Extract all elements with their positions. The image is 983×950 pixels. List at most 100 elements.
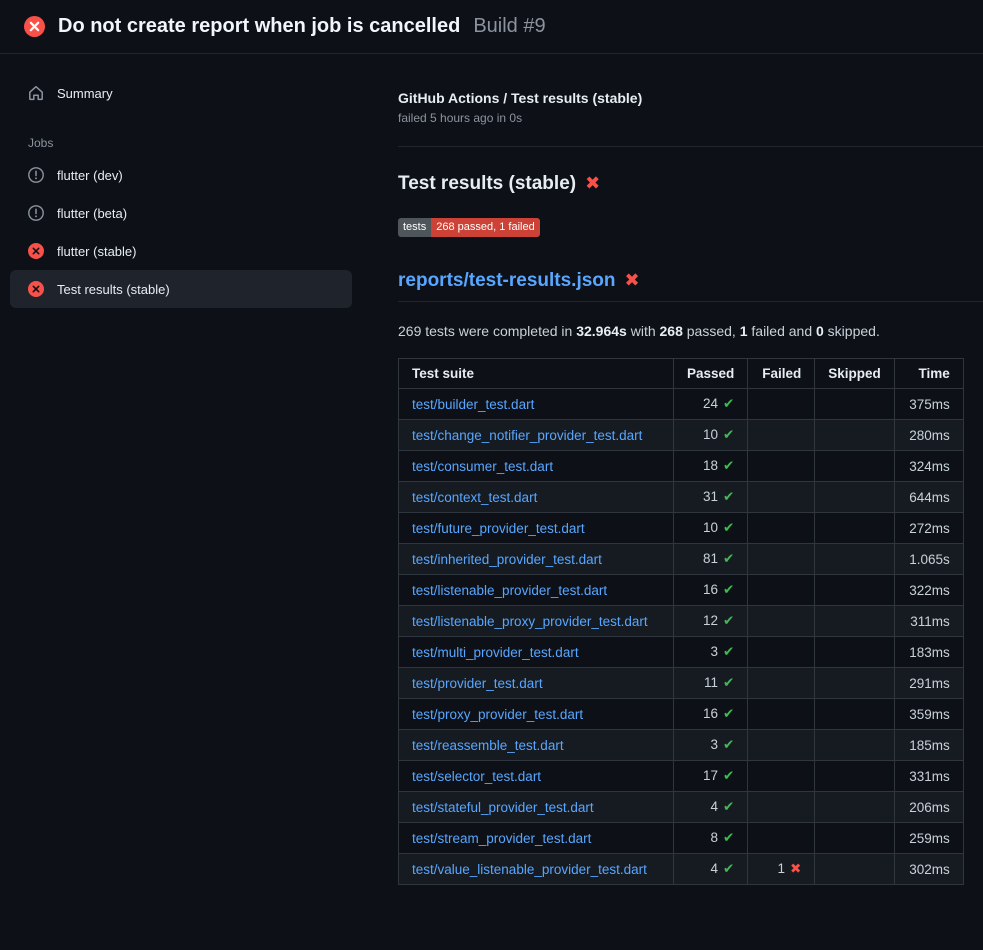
cell-skipped xyxy=(815,823,895,854)
test-suite-link[interactable]: test/reassemble_test.dart xyxy=(412,738,564,753)
count-value: 17 xyxy=(703,768,718,783)
cell-test-suite: test/multi_provider_test.dart xyxy=(399,637,674,668)
cell-passed: 10✔ xyxy=(674,420,748,451)
cell-failed: 1✖ xyxy=(748,854,815,885)
table-row: test/future_provider_test.dart10✔272ms xyxy=(399,513,964,544)
cell-failed xyxy=(748,823,815,854)
cell-skipped xyxy=(815,513,895,544)
cell-failed xyxy=(748,606,815,637)
cell-passed: 8✔ xyxy=(674,823,748,854)
sidebar-job-item[interactable]: Test results (stable) xyxy=(10,270,352,308)
table-row: test/selector_test.dart17✔331ms xyxy=(399,761,964,792)
summary-mid2: passed, xyxy=(683,323,740,339)
alert-circle-icon xyxy=(28,167,44,183)
summary-line: 269 tests were completed in 32.964s with… xyxy=(398,323,983,339)
test-suite-link[interactable]: test/selector_test.dart xyxy=(412,769,541,784)
cell-passed: 3✔ xyxy=(674,637,748,668)
test-suite-link[interactable]: test/multi_provider_test.dart xyxy=(412,645,579,660)
test-suite-link[interactable]: test/value_listenable_provider_test.dart xyxy=(412,862,647,877)
cell-failed xyxy=(748,482,815,513)
count-value: 81 xyxy=(703,551,718,566)
sidebar-job-item[interactable]: flutter (dev) xyxy=(10,156,352,194)
x-icon: ✖ xyxy=(585,175,600,193)
test-suite-link[interactable]: test/consumer_test.dart xyxy=(412,459,553,474)
table-header-failed: Failed xyxy=(748,359,815,389)
cell-passed: 16✔ xyxy=(674,699,748,730)
summary-passed-count: 268 xyxy=(660,323,683,339)
table-row: test/consumer_test.dart 18 ✔ 324ms xyxy=(399,451,964,482)
cell-skipped xyxy=(815,420,895,451)
test-suite-link[interactable]: test/future_provider_test.dart xyxy=(412,521,585,536)
badge-value: 268 passed, 1 failed xyxy=(431,218,539,237)
table-row: test/stateful_provider_test.dart4✔206ms xyxy=(399,792,964,823)
sidebar-job-label: flutter (stable) xyxy=(57,244,136,259)
test-suite-link[interactable]: test/proxy_provider_test.dart xyxy=(412,707,583,722)
test-suite-link[interactable]: test/listenable_proxy_provider_test.dart xyxy=(412,614,648,629)
cell-skipped xyxy=(815,761,895,792)
sidebar-job-label: flutter (beta) xyxy=(57,206,127,221)
summary-duration: 32.964s xyxy=(576,323,627,339)
cell-skipped xyxy=(815,668,895,699)
cell-passed: 16✔ xyxy=(674,575,748,606)
count-value: 31 xyxy=(703,489,718,504)
sidebar: Summary Jobs flutter (dev) flutter (beta)… xyxy=(0,54,375,330)
table-row: test/change_notifier_provider_test.dart 1… xyxy=(399,420,964,451)
cell-time: 324ms xyxy=(894,451,963,482)
test-suite-link[interactable]: test/listenable_provider_test.dart xyxy=(412,583,607,598)
check-icon: ✔ xyxy=(723,458,734,474)
sidebar-job-item[interactable]: flutter (beta) xyxy=(10,194,352,232)
cell-skipped xyxy=(815,606,895,637)
test-suite-link[interactable]: test/stateful_provider_test.dart xyxy=(412,800,594,815)
test-suite-link[interactable]: test/inherited_provider_test.dart xyxy=(412,552,602,567)
cell-time: 311ms xyxy=(894,606,963,637)
check-run-title-text: Test results (stable) xyxy=(398,173,576,195)
cell-test-suite: test/change_notifier_provider_test.dart xyxy=(399,420,674,451)
cell-skipped xyxy=(815,544,895,575)
test-suite-link[interactable]: test/context_test.dart xyxy=(412,490,537,505)
jobs-section-label: Jobs xyxy=(10,128,352,154)
sidebar-job-item[interactable]: flutter (stable) xyxy=(10,232,352,270)
table-row: test/reassemble_test.dart3✔185ms xyxy=(399,730,964,761)
check-icon: ✔ xyxy=(723,396,734,412)
check-run-title: Test results (stable) ✖ xyxy=(398,173,983,195)
cell-failed xyxy=(748,513,815,544)
cell-test-suite: test/provider_test.dart xyxy=(399,668,674,699)
test-suite-link[interactable]: test/provider_test.dart xyxy=(412,676,543,691)
cell-time: 259ms xyxy=(894,823,963,854)
summary-mid1: with xyxy=(627,323,660,339)
sidebar-item-summary[interactable]: Summary xyxy=(10,76,352,110)
table-row: test/inherited_provider_test.dart81✔1.06… xyxy=(399,544,964,575)
cell-test-suite: test/value_listenable_provider_test.dart xyxy=(399,854,674,885)
main-content: GitHub Actions / Test results (stable) f… xyxy=(375,54,983,909)
cell-failed xyxy=(748,792,815,823)
x-circle-icon xyxy=(28,243,44,259)
report-heading: reports/test-results.json ✖ xyxy=(398,270,983,302)
cell-test-suite: test/listenable_proxy_provider_test.dart xyxy=(399,606,674,637)
cell-skipped xyxy=(815,575,895,606)
cell-failed xyxy=(748,730,815,761)
summary-skipped-count: 0 xyxy=(816,323,824,339)
count-value: 1 xyxy=(777,861,785,876)
cell-passed: 10✔ xyxy=(674,513,748,544)
count-value: 24 xyxy=(703,396,718,411)
report-file-link[interactable]: reports/test-results.json xyxy=(398,270,616,292)
cell-skipped xyxy=(815,482,895,513)
table-header-time: Time xyxy=(894,359,963,389)
check-icon: ✔ xyxy=(723,861,734,877)
check-icon: ✔ xyxy=(723,768,734,784)
count-value: 18 xyxy=(703,458,718,473)
cell-failed xyxy=(748,451,815,482)
cell-time: 291ms xyxy=(894,668,963,699)
test-suite-link[interactable]: test/stream_provider_test.dart xyxy=(412,831,591,846)
cell-time: 280ms xyxy=(894,420,963,451)
cell-passed: 24 ✔ xyxy=(674,389,748,420)
cell-time: 302ms xyxy=(894,854,963,885)
cell-time: 1.065s xyxy=(894,544,963,575)
test-suite-link[interactable]: test/builder_test.dart xyxy=(412,397,534,412)
cell-skipped xyxy=(815,792,895,823)
check-icon: ✔ xyxy=(723,489,734,505)
cell-test-suite: test/context_test.dart xyxy=(399,482,674,513)
divider xyxy=(398,146,983,147)
test-suite-link[interactable]: test/change_notifier_provider_test.dart xyxy=(412,428,642,443)
table-row: test/builder_test.dart24✔375ms xyxy=(399,389,964,420)
